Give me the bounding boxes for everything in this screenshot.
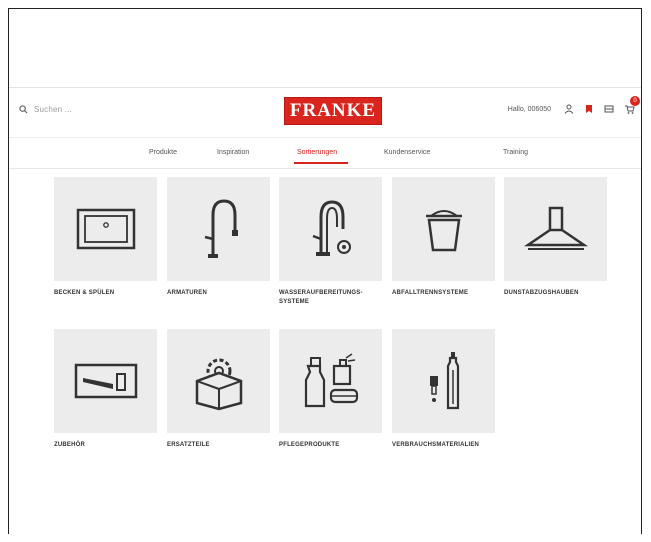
category-tile-verbrauchsmaterialien[interactable]: VERBRAUCHSMATERIALIEN [392, 329, 495, 450]
consumables-icon [429, 352, 459, 410]
nav-item-inspiration[interactable]: Inspiration [217, 149, 249, 156]
user-icon[interactable] [563, 103, 575, 115]
category-tile-ersatzteile[interactable]: ERSATZTEILE [167, 329, 270, 450]
category-label[interactable]: VERBRAUCHSMATERIALIEN [392, 441, 495, 450]
category-tile-pflegeprodukte[interactable]: PFLEGEPRODUKTE [279, 329, 382, 450]
category-label[interactable]: ZUBEHÖR [54, 441, 157, 450]
category-label[interactable]: ABFALLTRENNSYSTEME [392, 289, 495, 298]
waste-bin-icon [425, 210, 462, 252]
category-tile-abfalltrennsysteme[interactable]: ABFALLTRENNSYSTEME [392, 177, 495, 298]
cart-icon[interactable]: 0 [623, 96, 640, 115]
category-image[interactable] [54, 329, 157, 433]
category-label[interactable]: WASSERAUFBEREITUNGS-SYSTEME [279, 289, 382, 307]
wishlist-icon[interactable] [583, 103, 595, 115]
category-image[interactable] [392, 329, 495, 433]
category-tile-zubehoer[interactable]: ZUBEHÖR [54, 329, 157, 450]
category-image[interactable] [54, 177, 157, 281]
search-icon [19, 105, 28, 114]
category-image[interactable] [167, 177, 270, 281]
category-tile-wasseraufbereitung[interactable]: WASSERAUFBEREITUNGS-SYSTEME [279, 177, 382, 307]
franke-logo[interactable]: FRANKE [284, 97, 382, 125]
nav-item-kundenservice[interactable]: Kundenservice [384, 149, 430, 156]
category-tile-armaturen[interactable]: ARMATUREN [167, 177, 270, 298]
browser-frame: Suchen ... FRANKE Hallo, 006050 0 Produk… [8, 8, 642, 534]
category-image[interactable] [279, 177, 382, 281]
category-label[interactable]: PFLEGEPRODUKTE [279, 441, 382, 450]
nav-item-produkte[interactable]: Produkte [149, 149, 177, 156]
category-label[interactable]: DUNSTABZUGSHAUBEN [504, 289, 607, 298]
nav-item-sortierungen[interactable]: Sortierungen [297, 149, 337, 156]
cutting-board-icon [74, 363, 137, 399]
cart-count-badge: 0 [630, 96, 640, 106]
hood-icon [523, 206, 588, 250]
faucet-icon [204, 199, 238, 258]
category-label[interactable]: ARMATUREN [167, 289, 270, 298]
search-box[interactable]: Suchen ... [19, 105, 72, 114]
category-image[interactable] [167, 329, 270, 433]
category-image[interactable] [279, 329, 382, 433]
water-system-faucet-icon [312, 200, 351, 256]
spare-parts-box-icon [195, 358, 242, 411]
header-actions: Hallo, 006050 0 [508, 96, 640, 115]
sink-icon [76, 208, 135, 250]
category-tile-becken[interactable]: BECKEN & SPÜLEN [54, 177, 157, 298]
nav-item-training[interactable]: Training [503, 149, 528, 156]
main-nav: Produkte Inspiration Sortierungen Kunden… [9, 137, 641, 169]
cleaning-products-icon [304, 353, 358, 408]
search-input[interactable]: Suchen ... [34, 105, 72, 114]
user-greeting[interactable]: Hallo, 006050 [508, 106, 551, 113]
category-image[interactable] [504, 177, 607, 281]
active-nav-underline [294, 162, 348, 164]
category-label[interactable]: BECKEN & SPÜLEN [54, 289, 157, 298]
category-label[interactable]: ERSATZTEILE [167, 441, 270, 450]
category-tile-dunstabzugshauben[interactable]: DUNSTABZUGSHAUBEN [504, 177, 607, 298]
site-header: Suchen ... FRANKE Hallo, 006050 0 [9, 87, 641, 138]
category-image[interactable] [392, 177, 495, 281]
compare-icon[interactable] [603, 103, 615, 115]
